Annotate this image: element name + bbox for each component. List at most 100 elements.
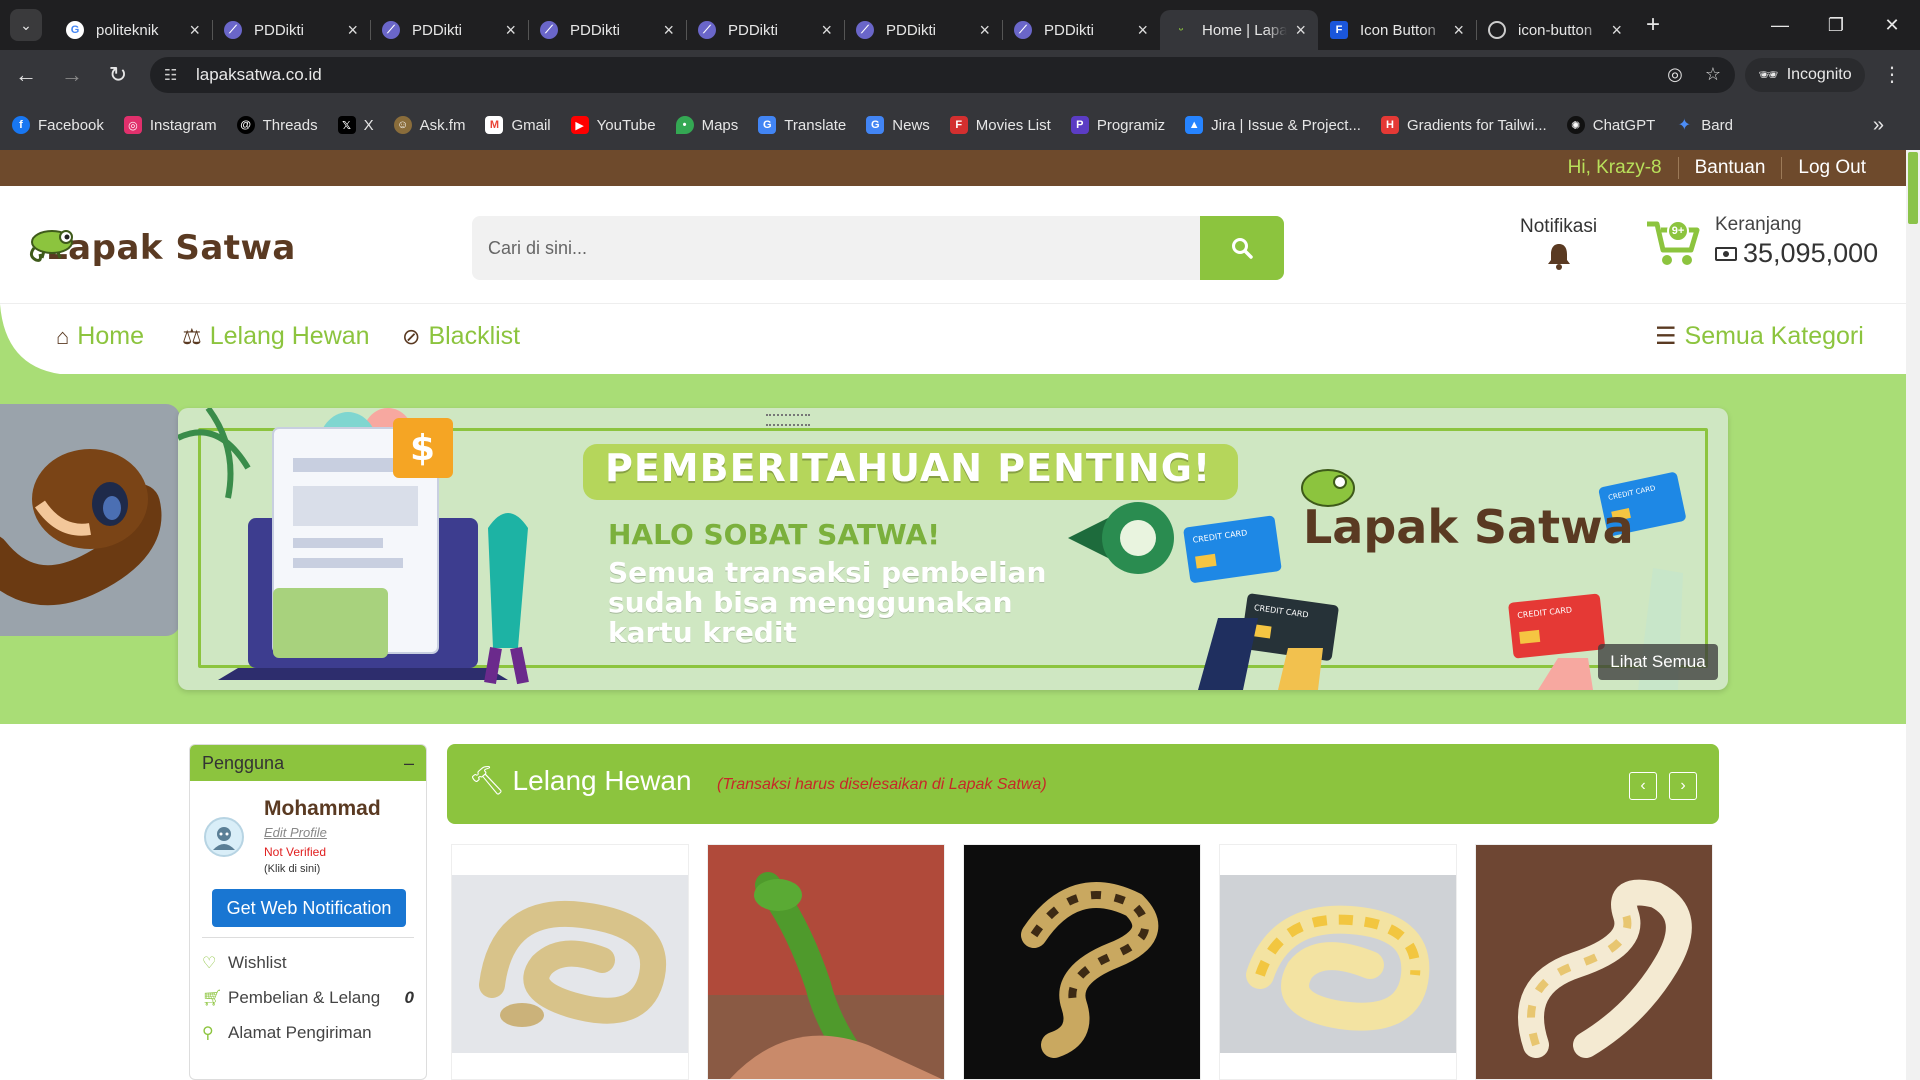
bookmark-bard[interactable]: ✦ Bard [1675,116,1733,135]
tab-pddikti[interactable]: ⟋ PDDikti × [686,10,844,50]
tab-politeknik[interactable]: G politeknik × [54,10,212,50]
menu-wishlist[interactable]: ♡ Wishlist [202,953,414,973]
tab-search-button[interactable]: ⌄ [10,9,42,41]
tab-icon-button[interactable]: F Icon Button × [1318,10,1476,50]
tab-pddikti[interactable]: ⟋ PDDikti × [1002,10,1160,50]
logout-link[interactable]: Log Out [1798,157,1866,179]
product-card[interactable] [1219,844,1457,1080]
cart-widget[interactable]: 9+ Keranjang 35,095,000 [1645,214,1878,270]
nav-home[interactable]: ⌂ Home [56,322,144,351]
greeting-link[interactable]: Hi, Krazy-8 [1568,157,1662,179]
back-icon[interactable]: ← [6,62,46,88]
avatar[interactable] [204,817,244,857]
bookmark-gradients[interactable]: H Gradients for Tailwi... [1380,116,1547,134]
carousel-prev-button[interactable]: ‹ [1629,772,1657,800]
tab-title: PDDikti [570,21,621,39]
chatgpt-icon: ✺ [1566,116,1585,134]
nav-blacklist[interactable]: ⊘ Blacklist [402,322,520,351]
help-link[interactable]: Bantuan [1695,157,1766,179]
bookmark-programiz[interactable]: P Programiz [1070,116,1165,134]
auction-product-list [451,844,1713,1080]
verification-status[interactable]: Not Verified [264,845,326,859]
bookmark-instagram[interactable]: ◎ Instagram [123,116,217,134]
nav-lelang[interactable]: ⚖ Lelang Hewan [182,322,370,351]
tab-pddikti[interactable]: ⟋ PDDikti × [844,10,1002,50]
product-card[interactable] [963,844,1201,1080]
tab-title: politeknik [96,21,159,39]
restore-icon[interactable]: ❐ [1808,0,1864,50]
search-input[interactable] [472,216,1200,280]
close-tab-icon[interactable]: × [505,20,516,41]
close-tab-icon[interactable]: × [347,20,358,41]
bookmark-askfm[interactable]: ☺ Ask.fm [393,116,466,134]
drag-handle-icon[interactable] [766,414,810,426]
reload-icon[interactable]: ↻ [98,62,138,88]
product-card[interactable] [451,844,689,1080]
menu-label: Wishlist [228,953,287,972]
tab-icon-button-2[interactable]: icon-button × [1476,10,1634,50]
close-tab-icon[interactable]: × [1611,20,1622,41]
bookmark-youtube[interactable]: ▶ YouTube [570,116,656,134]
forward-icon[interactable]: → [52,62,92,88]
browser-tab-bar: ⌄ G politeknik × ⟋ PDDikti × ⟋ PDDikti ×… [0,0,1920,50]
nav-all-categories[interactable]: ☰ Semua Kategori [1655,322,1864,351]
jira-icon: ▲ [1185,116,1204,134]
product-image [708,845,944,1079]
bookmark-translate[interactable]: G Translate [758,116,846,134]
product-image [452,875,688,1053]
see-all-button[interactable]: Lihat Semua [1598,644,1718,680]
previous-slide-peek[interactable] [0,404,180,636]
carousel-next-button[interactable]: › [1669,772,1697,800]
edit-profile-link[interactable]: Edit Profile [264,825,327,840]
close-window-icon[interactable]: ✕ [1864,0,1920,50]
product-card[interactable] [707,844,945,1080]
menu-pembelian[interactable]: 🛒︎ Pembelian & Lelang 0 [202,988,414,1008]
incognito-badge[interactable]: 🕶 Incognito [1745,58,1865,92]
browser-menu-icon[interactable]: ⋮ [1882,62,1902,87]
new-tab-button[interactable]: + [1646,11,1660,39]
tab-lapak-satwa[interactable]: ᵕ Home | Lapak Satwa × [1160,10,1318,50]
promo-banner[interactable]: $ PEMBERITAHUAN PENTING! HALO SOBAT SATW… [178,408,1728,690]
product-card[interactable] [1475,844,1713,1080]
bookmark-facebook[interactable]: f Facebook [12,116,104,134]
omnibox[interactable]: ☷ lapaksatwa.co.id ◎ ☆ [150,57,1735,93]
bookmark-star-icon[interactable]: ☆ [1705,64,1721,85]
close-tab-icon[interactable]: × [663,20,674,41]
bookmark-jira[interactable]: ▲ Jira | Issue & Project... [1185,116,1361,134]
bookmark-news[interactable]: G News [866,116,930,134]
site-info-icon[interactable]: ☷ [164,66,184,84]
tab-title: Home | Lapak Satwa [1202,21,1288,39]
bookmark-maps[interactable]: • Maps [675,116,738,134]
bookmark-gmail[interactable]: M Gmail [485,116,551,134]
site-logo[interactable]: Lapak Satwa [22,222,296,268]
minimize-icon[interactable]: — [1752,0,1808,50]
more-bookmarks-icon[interactable]: » [1873,114,1884,137]
scrollbar-thumb[interactable] [1908,152,1918,224]
collapse-button[interactable]: – [404,753,414,774]
tab-pddikti[interactable]: ⟋ PDDikti × [528,10,686,50]
url-text[interactable]: lapaksatwa.co.id [196,65,322,85]
eye-off-icon[interactable]: ◎ [1667,64,1683,85]
bookmark-chatgpt[interactable]: ✺ ChatGPT [1566,116,1655,134]
bookmark-label: YouTube [596,116,656,134]
close-tab-icon[interactable]: × [821,20,832,41]
notification-button[interactable]: Notifikasi [1520,216,1597,275]
product-image [1476,845,1712,1079]
bookmark-movies[interactable]: F Movies List [949,116,1051,134]
close-tab-icon[interactable]: × [1295,20,1306,41]
close-tab-icon[interactable]: × [1453,20,1464,41]
bookmark-threads[interactable]: @ Threads [236,116,318,134]
bookmark-x[interactable]: 𝕏X [337,116,374,134]
verification-hint[interactable]: (Klik di sini) [264,863,320,875]
tab-pddikti[interactable]: ⟋ PDDikti × [370,10,528,50]
close-tab-icon[interactable]: × [979,20,990,41]
search-button[interactable] [1200,216,1284,280]
tab-pddikti[interactable]: ⟋ PDDikti × [212,10,370,50]
divider [1781,157,1783,179]
bookmark-label: Ask.fm [419,116,466,134]
get-web-notification-button[interactable]: Get Web Notification [212,889,406,927]
close-tab-icon[interactable]: × [189,20,200,41]
close-tab-icon[interactable]: × [1137,20,1148,41]
menu-alamat[interactable]: ⚲ Alamat Pengiriman [202,1023,414,1043]
page-scrollbar[interactable] [1906,150,1920,1080]
